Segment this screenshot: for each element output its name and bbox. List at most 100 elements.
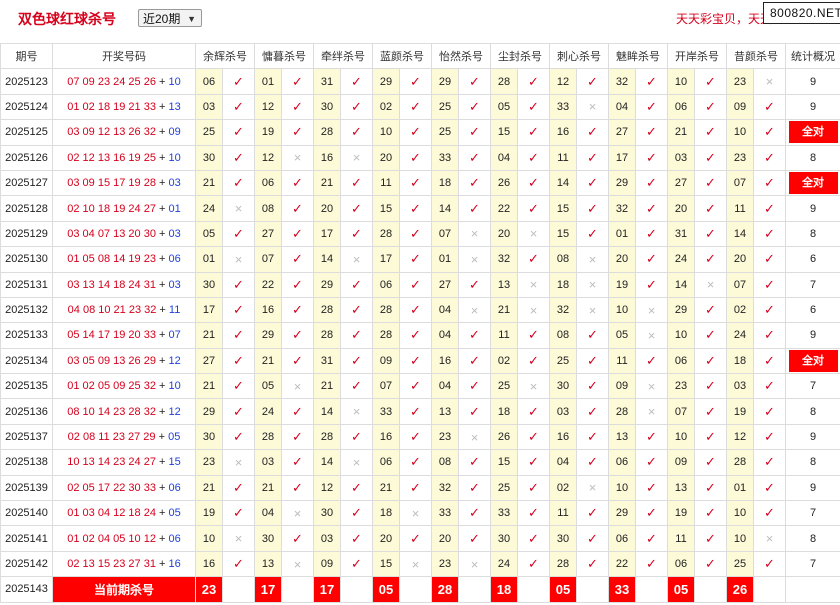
stats-cell: 9 <box>785 423 840 451</box>
blue-ball: 15 <box>168 456 181 469</box>
table-row: 2025136 08 10 14 23 28 32 + 12 29 ✓ 24 ✓ 14 × 33… <box>0 398 840 425</box>
all-correct-badge: 全对 <box>788 172 838 195</box>
result-mark-cell: ✓ <box>458 500 491 527</box>
kill-number-cell: 03 <box>195 93 223 121</box>
check-icon: ✓ <box>764 98 775 114</box>
current-kill-spacer <box>517 576 550 603</box>
kill-number-cell: 24 <box>254 398 282 425</box>
check-icon: ✓ <box>292 530 303 546</box>
kill-number-cell: 12 <box>549 68 577 95</box>
result-mark-cell: ✓ <box>281 169 314 197</box>
check-icon: ✓ <box>764 352 775 368</box>
result-mark-cell: ✓ <box>517 449 550 476</box>
check-icon: ✓ <box>528 149 539 165</box>
kill-number-cell: 10 <box>667 68 695 95</box>
red-balls: 02 12 13 16 19 25 <box>67 151 156 164</box>
table-body: 2025123 07 09 23 24 25 26 + 10 06 ✓ 01 ✓ 31 ✓ 29… <box>0 68 840 603</box>
check-icon: ✓ <box>764 149 775 165</box>
result-mark-cell: ✓ <box>399 525 432 552</box>
check-icon: ✓ <box>233 98 244 114</box>
result-mark-cell: ✓ <box>399 68 432 95</box>
period-range-select[interactable]: 近20期 ▼ <box>138 9 202 27</box>
result-mark-cell: ✓ <box>694 449 727 476</box>
stats-cell: 全对 <box>785 169 840 197</box>
result-mark-cell: ✓ <box>458 373 491 400</box>
kill-number-cell: 10 <box>667 322 695 349</box>
kill-number-cell: 13 <box>608 423 636 451</box>
red-balls: 03 05 09 13 26 29 <box>67 354 156 367</box>
kill-number-cell: 27 <box>431 271 459 298</box>
page-header: 双色球红球杀号 近20期 ▼ 天天彩宝贝，天天 800820.NET <box>0 0 840 38</box>
check-icon: ✓ <box>764 378 775 394</box>
kill-number-cell: 10 <box>726 500 754 527</box>
result-mark-cell: ✓ <box>222 398 255 425</box>
result-mark-cell: ✓ <box>753 423 786 451</box>
check-icon: ✓ <box>233 149 244 165</box>
check-icon: ✓ <box>469 175 480 191</box>
check-icon: ✓ <box>351 378 362 394</box>
result-mark-cell: ✓ <box>281 449 314 476</box>
check-icon: ✓ <box>646 556 657 571</box>
check-icon: ✓ <box>351 352 362 368</box>
result-mark-cell: × <box>399 500 432 527</box>
result-mark-cell: × <box>635 398 668 425</box>
result-mark-cell: ✓ <box>222 144 255 171</box>
result-mark-cell: × <box>517 296 550 324</box>
check-icon: ✓ <box>646 73 657 89</box>
red-balls: 02 13 15 23 27 31 <box>67 558 156 570</box>
kill-number-cell: 24 <box>195 195 223 222</box>
check-icon: ✓ <box>292 251 303 267</box>
kill-number-cell: 29 <box>608 500 636 527</box>
kill-number-cell: 24 <box>490 550 518 578</box>
stats-value: 7 <box>809 278 817 291</box>
check-icon: ✓ <box>705 479 716 495</box>
kill-number-cell: 15 <box>490 449 518 476</box>
result-mark-cell: ✓ <box>694 550 727 578</box>
site-slogan: 天天彩宝贝，天天 <box>676 12 773 26</box>
stats-value: 8 <box>809 532 817 545</box>
result-mark-cell: ✓ <box>635 220 668 248</box>
current-kill-number: 05 <box>667 576 695 603</box>
draw-numbers-cell: 02 10 18 19 24 27 + 01 <box>52 195 196 222</box>
result-mark-cell: ✓ <box>753 169 786 197</box>
check-icon: ✓ <box>469 149 480 165</box>
result-mark-cell: × <box>753 68 786 95</box>
result-mark-cell: ✓ <box>694 296 727 324</box>
result-mark-cell: ✓ <box>340 474 373 502</box>
result-mark-cell: ✓ <box>694 220 727 248</box>
kill-number-cell: 28 <box>726 449 754 476</box>
cross-icon: × <box>411 556 420 572</box>
check-icon: ✓ <box>646 200 657 216</box>
check-icon: ✓ <box>410 429 421 445</box>
red-balls: 01 02 18 19 21 33 <box>67 100 156 113</box>
kill-number-cell: 20 <box>372 525 400 552</box>
result-mark-cell: ✓ <box>753 373 786 400</box>
kill-number-cell: 23 <box>431 550 459 578</box>
red-balls: 10 13 14 23 24 27 <box>67 456 156 469</box>
stats-cell: 9 <box>785 322 840 349</box>
draw-numbers-cell: 03 09 12 13 26 32 + 09 <box>52 119 196 146</box>
result-mark-cell: ✓ <box>576 398 609 425</box>
result-mark-cell: ✓ <box>222 423 255 451</box>
result-mark-cell: ✓ <box>753 195 786 222</box>
kill-number-cell: 15 <box>549 195 577 222</box>
result-mark-cell: × <box>399 550 432 578</box>
result-mark-cell: ✓ <box>281 423 314 451</box>
kill-number-cell: 26 <box>490 423 518 451</box>
kill-number-cell: 29 <box>608 169 636 197</box>
check-icon: ✓ <box>764 403 775 419</box>
kill-number-cell: 27 <box>608 119 636 146</box>
period-range-value: 近20期 <box>143 12 181 26</box>
kill-number-cell: 10 <box>608 296 636 324</box>
kill-number-cell: 14 <box>313 398 341 425</box>
stats-value: 8 <box>809 456 817 469</box>
result-mark-cell: ✓ <box>340 169 373 197</box>
result-mark-cell: ✓ <box>458 347 491 375</box>
result-mark-cell: ✓ <box>222 119 255 146</box>
check-icon: ✓ <box>587 454 598 470</box>
kill-number-cell: 11 <box>667 525 695 552</box>
check-icon: ✓ <box>587 429 598 445</box>
kill-number-cell: 11 <box>608 347 636 375</box>
col-header-expert-8: 魅眸杀号 <box>608 42 668 70</box>
result-mark-cell: × <box>281 144 314 171</box>
